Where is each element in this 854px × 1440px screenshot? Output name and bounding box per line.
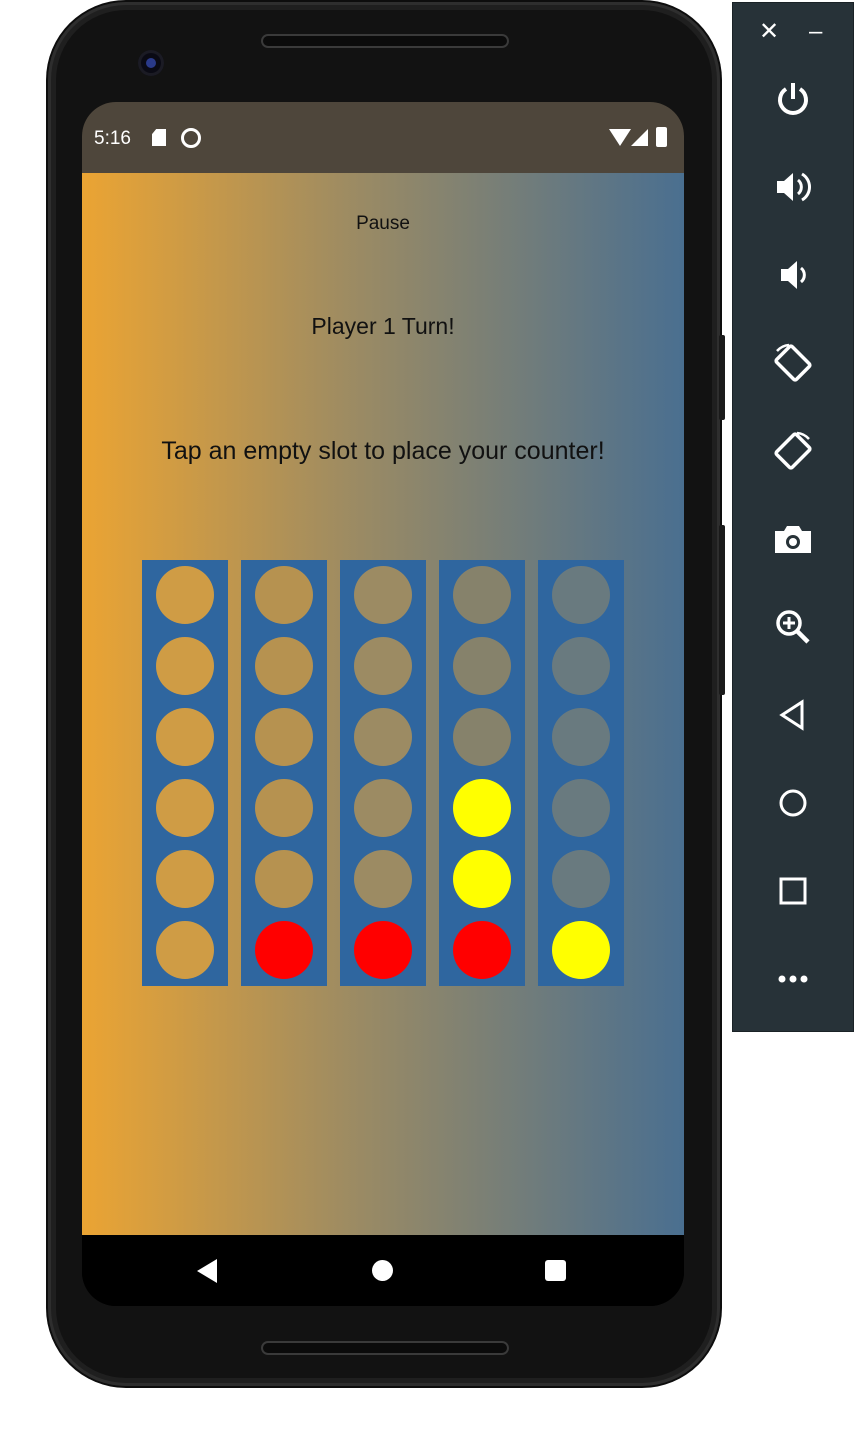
close-icon[interactable]: ✕	[759, 19, 779, 45]
top-speaker	[261, 34, 509, 48]
volume-up-icon[interactable]	[769, 163, 817, 211]
front-camera-icon	[138, 50, 164, 76]
empty-slot[interactable]	[156, 850, 214, 908]
rotate-left-icon[interactable]	[769, 339, 817, 387]
home-icon[interactable]	[372, 1260, 393, 1281]
sync-icon	[181, 128, 201, 148]
board-column[interactable]	[340, 560, 426, 986]
power-side-button	[719, 525, 725, 695]
empty-slot[interactable]	[552, 779, 610, 837]
board-column[interactable]	[241, 560, 327, 986]
more-icon[interactable]	[769, 955, 817, 1003]
emulator-toolbar: ✕ –	[732, 2, 854, 1032]
empty-slot[interactable]	[453, 708, 511, 766]
empty-slot[interactable]	[255, 779, 313, 837]
game-board	[142, 560, 626, 986]
camera-icon[interactable]	[769, 515, 817, 563]
empty-slot[interactable]	[255, 708, 313, 766]
red-counter	[453, 921, 511, 979]
red-counter	[354, 921, 412, 979]
yellow-counter	[453, 779, 511, 837]
power-icon[interactable]	[769, 75, 817, 123]
empty-slot[interactable]	[255, 850, 313, 908]
status-time: 5:16	[94, 128, 131, 149]
bottom-speaker	[261, 1341, 509, 1355]
battery-icon	[656, 127, 667, 147]
empty-slot[interactable]	[453, 637, 511, 695]
empty-slot[interactable]	[453, 566, 511, 624]
back-icon[interactable]	[197, 1259, 217, 1283]
empty-slot[interactable]	[552, 566, 610, 624]
empty-slot[interactable]	[156, 779, 214, 837]
empty-slot[interactable]	[255, 637, 313, 695]
recents-icon[interactable]	[545, 1260, 566, 1281]
turn-indicator: Player 1 Turn!	[311, 313, 455, 339]
signal-icon	[631, 129, 648, 146]
empty-slot[interactable]	[354, 566, 412, 624]
empty-slot[interactable]	[552, 708, 610, 766]
home-icon[interactable]	[769, 779, 817, 827]
empty-slot[interactable]	[156, 708, 214, 766]
board-column[interactable]	[538, 560, 624, 986]
rotate-right-icon[interactable]	[769, 427, 817, 475]
red-counter	[255, 921, 313, 979]
minimize-icon[interactable]: –	[809, 19, 822, 45]
empty-slot[interactable]	[354, 708, 412, 766]
back-icon[interactable]	[769, 691, 817, 739]
yellow-counter	[552, 921, 610, 979]
empty-slot[interactable]	[156, 566, 214, 624]
wifi-icon	[609, 129, 631, 146]
sd-card-icon	[152, 129, 166, 146]
volume-down-icon[interactable]	[769, 251, 817, 299]
empty-slot[interactable]	[255, 566, 313, 624]
yellow-counter	[453, 850, 511, 908]
volume-side-button	[719, 335, 725, 420]
empty-slot[interactable]	[156, 921, 214, 979]
navigation-bar	[82, 1235, 684, 1306]
empty-slot[interactable]	[354, 779, 412, 837]
game-screen: Pause Player 1 Turn! Tap an empty slot t…	[82, 173, 684, 1235]
pause-button[interactable]: Pause	[82, 213, 684, 235]
empty-slot[interactable]	[156, 637, 214, 695]
overview-icon[interactable]	[769, 867, 817, 915]
zoom-icon[interactable]	[769, 603, 817, 651]
device-screen: 5:16 Pause Player 1 Turn! Tap an empty s…	[82, 102, 684, 1306]
instruction-text: Tap an empty slot to place your counter!	[161, 437, 605, 465]
board-column[interactable]	[439, 560, 525, 986]
board-column[interactable]	[142, 560, 228, 986]
empty-slot[interactable]	[354, 637, 412, 695]
empty-slot[interactable]	[354, 850, 412, 908]
empty-slot[interactable]	[552, 637, 610, 695]
empty-slot[interactable]	[552, 850, 610, 908]
status-bar: 5:16	[82, 102, 684, 173]
